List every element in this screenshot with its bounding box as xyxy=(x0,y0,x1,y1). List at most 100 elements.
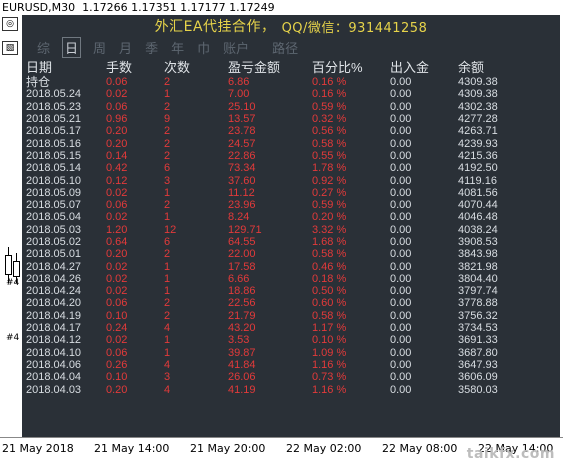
cell-count: 1 xyxy=(164,211,171,224)
cell-percent: 0.60 % xyxy=(312,297,347,310)
cell-percent: 1.78 % xyxy=(312,162,347,175)
cell-balance: 3804.40 xyxy=(458,272,498,285)
cell-deposit: 0.00 xyxy=(390,272,412,285)
table-row: 2018.04.19 0.10 2 21.79 0.58 % 0.00 3756.32 xyxy=(26,310,538,322)
tab-other[interactable]: 巾 xyxy=(196,38,211,57)
title-text: 外汇EA代挂合作， xyxy=(154,19,276,35)
cell-percent: 0.27 % xyxy=(312,186,347,199)
chart-header: EURUSD,M30 1.17266 1.17351 1.17177 1.172… xyxy=(0,0,302,15)
cell-balance: 3687.80 xyxy=(458,346,498,359)
table-row: 2018.04.26 0.02 1 6.66 0.18 % 0.00 3804.40 xyxy=(26,273,538,285)
cell-percent: 1.17 % xyxy=(312,322,347,335)
cell-percent: 0.55 % xyxy=(312,149,347,162)
tab-weekly[interactable]: 周 xyxy=(92,38,107,57)
cell-count: 2 xyxy=(164,297,171,310)
cell-date: 2018.05.04 xyxy=(26,211,82,224)
cell-percent: 3.32 % xyxy=(312,223,347,236)
cell-deposit: 0.00 xyxy=(390,100,412,113)
tab-summary[interactable]: 综 xyxy=(36,38,51,57)
table-row: 2018.04.27 0.02 1 17.58 0.46 % 0.00 3821.98 xyxy=(26,260,538,273)
col-deposit: 出入金 xyxy=(390,60,430,75)
cell-lots: 0.02 xyxy=(106,334,128,347)
cell-lots: 0.06 xyxy=(106,297,128,310)
cell-deposit: 0.00 xyxy=(390,211,412,224)
cell-balance: 3843.98 xyxy=(458,248,498,261)
target-icon[interactable]: ◎ xyxy=(2,17,18,31)
table-row: 2018.05.21 0.96 9 13.57 0.32 % 0.00 4277.28 xyxy=(26,113,538,125)
cell-pnl: 129.71 xyxy=(228,223,262,236)
cell-lots: 0.24 xyxy=(106,322,128,335)
cell-date: 2018.05.02 xyxy=(26,236,82,248)
col-count: 次数 xyxy=(164,60,191,75)
cell-lots: 0.96 xyxy=(106,113,128,126)
contact-text: QQ/微信：931441258 xyxy=(281,20,428,36)
cell-date: 2018.05.21 xyxy=(26,113,82,126)
tab-quarterly[interactable]: 季 xyxy=(144,38,159,57)
cell-count: 2 xyxy=(164,149,171,162)
cell-balance: 3691.33 xyxy=(458,334,498,347)
cell-balance: 3606.09 xyxy=(458,371,498,384)
cell-percent: 0.58 % xyxy=(312,309,347,322)
cell-lots: 0.20 xyxy=(106,248,128,261)
cell-lots: 0.20 xyxy=(106,383,128,396)
cell-date: 2018.04.17 xyxy=(26,322,82,335)
cell-deposit: 0.00 xyxy=(390,186,412,199)
tab-account[interactable]: 账户 xyxy=(222,38,250,57)
holding-row: 持仓 0.06 2 6.86 0.16 % 0.00 4309.38 xyxy=(26,76,538,88)
cell-balance: 4119.16 xyxy=(458,174,497,187)
cell-deposit: 0.00 xyxy=(390,76,412,89)
cell-count: 2 xyxy=(164,309,171,322)
cell-deposit: 0.00 xyxy=(390,149,412,162)
cell-pnl: 43.20 xyxy=(228,322,256,335)
tab-yearly[interactable]: 年 xyxy=(170,38,185,57)
cell-deposit: 0.00 xyxy=(390,248,412,261)
cell-deposit: 0.00 xyxy=(390,162,412,175)
table-row: 2018.04.24 0.02 1 18.86 0.50 % 0.00 3797.74 xyxy=(26,285,538,297)
cell-balance: 4309.38 xyxy=(458,88,498,101)
cell-count: 1 xyxy=(164,285,171,298)
col-percent: 百分比% xyxy=(312,60,363,75)
cell-percent: 0.50 % xyxy=(312,285,347,298)
tab-monthly[interactable]: 月 xyxy=(118,38,133,57)
cell-date: 2018.05.14 xyxy=(26,162,82,175)
cell-count: 1 xyxy=(164,346,171,359)
cell-count: 1 xyxy=(164,334,171,347)
cell-percent: 0.59 % xyxy=(312,100,347,113)
table-row: 2018.05.16 0.20 2 24.57 0.58 % 0.00 4239.93 xyxy=(26,137,538,150)
grid-icon[interactable]: ▧ xyxy=(2,41,18,55)
cell-percent: 0.58 % xyxy=(312,137,347,150)
cell-pnl: 18.86 xyxy=(228,285,256,298)
cell-count: 12 xyxy=(164,223,177,236)
cell-lots: 0.06 xyxy=(106,346,128,359)
table-row: 2018.04.06 0.26 4 41.84 1.16 % 0.00 3647.93 xyxy=(26,359,538,371)
cell-date: 2018.04.26 xyxy=(26,272,82,285)
cell-balance: 4070.44 xyxy=(458,199,498,212)
col-date: 日期 xyxy=(26,60,53,75)
cell-date: 2018.05.15 xyxy=(26,149,82,162)
cell-balance: 3778.88 xyxy=(458,297,498,310)
table-row: 2018.05.03 1.20 12 129.71 3.32 % 0.00 4038.24 xyxy=(26,224,538,236)
cell-deposit: 0.00 xyxy=(390,297,412,310)
cell-date: 2018.05.17 xyxy=(26,125,82,138)
cell-pnl: 8.24 xyxy=(228,211,250,224)
tab-path[interactable]: 路径 xyxy=(271,38,299,57)
cell-deposit: 0.00 xyxy=(390,322,412,335)
chart-left-strip: ◎ ▧ #4 #4 xyxy=(0,15,22,435)
cell-lots: 0.02 xyxy=(106,186,128,199)
cell-date: 2018.04.12 xyxy=(26,334,82,347)
cell-percent: 0.59 % xyxy=(312,199,347,212)
time-label: 21 May 14:00 xyxy=(94,442,170,455)
cell-lots: 0.06 xyxy=(106,76,128,89)
cell-pnl: 6.66 xyxy=(228,272,250,285)
cell-deposit: 0.00 xyxy=(390,88,412,101)
cell-percent: 0.58 % xyxy=(312,248,347,261)
tab-daily[interactable]: 日 xyxy=(62,36,82,58)
cell-pnl: 13.57 xyxy=(228,113,256,126)
cell-pnl: 26.06 xyxy=(228,371,256,384)
cell-pnl: 11.12 xyxy=(228,186,255,199)
table-header-row: 日期 手数 次数 盈亏金额 百分比% 出入金 余额 xyxy=(26,57,538,76)
cell-pnl: 37.60 xyxy=(228,174,256,187)
col-lots: 手数 xyxy=(106,60,133,75)
cell-pnl: 25.10 xyxy=(228,100,256,113)
cell-balance: 4309.38 xyxy=(458,76,498,89)
